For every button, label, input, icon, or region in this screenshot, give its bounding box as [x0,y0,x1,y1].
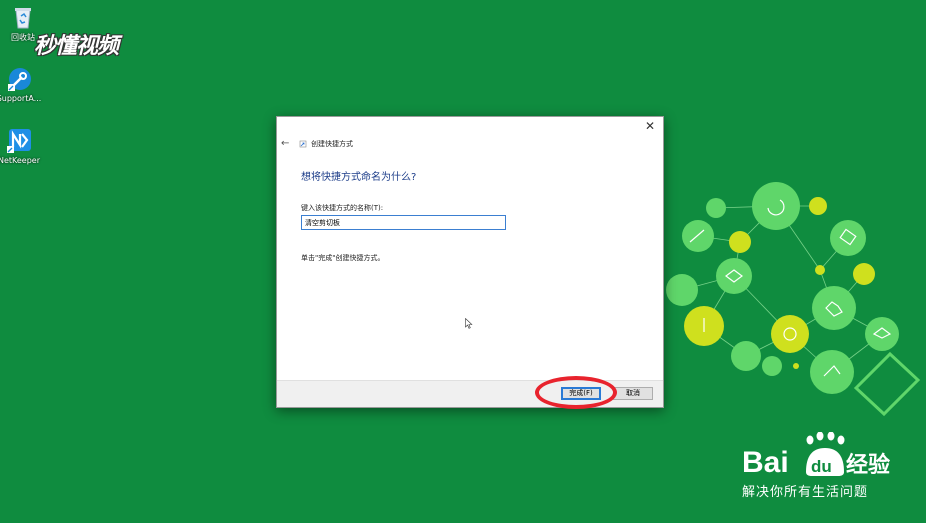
baidu-logo-suffix: 经验 [846,452,890,478]
desktop-icon-support-assist[interactable]: SupportA... [0,66,42,103]
dialog-title-row: 创建快捷方式 [299,139,353,149]
create-shortcut-dialog: ✕ ← 创建快捷方式 想将快捷方式命名为什么? 键入该快捷方式的名称(T): 单… [276,116,664,408]
close-icon[interactable]: ✕ [643,119,657,133]
finish-hint-text: 单击"完成"创建快捷方式。 [301,254,385,262]
baidu-paw-text: du [811,457,832,476]
recycle-bin-icon [10,4,36,30]
baidu-slogan: 解决你所有生活问题 [742,485,869,500]
mouse-cursor-icon [465,318,473,329]
netkeeper-icon [6,128,32,154]
dialog-title: 创建快捷方式 [311,140,353,148]
desktop-icon-label: SupportA... [0,94,42,103]
wrench-icon [6,66,32,92]
shortcut-name-label: 键入该快捷方式的名称(T): [301,204,384,212]
dialog-heading: 想将快捷方式命名为什么? [301,172,417,183]
highlight-ring-annotation [535,376,617,409]
baidu-jingyan-logo: Bai du 经验 [742,432,890,478]
shortcut-name-input[interactable] [301,215,506,230]
back-arrow-icon[interactable]: ← [281,138,289,149]
lightbulb-network-decoration [666,182,921,417]
shortcut-icon [299,140,307,148]
cancel-button[interactable]: 取消 [613,387,653,400]
desktop-icon-netkeeper[interactable]: NetKeeper [0,128,42,165]
baidu-logo-text: Bai [742,446,789,478]
video-watermark: 秒懂视频 [34,34,119,59]
desktop-icon-label: NetKeeper [0,156,41,165]
